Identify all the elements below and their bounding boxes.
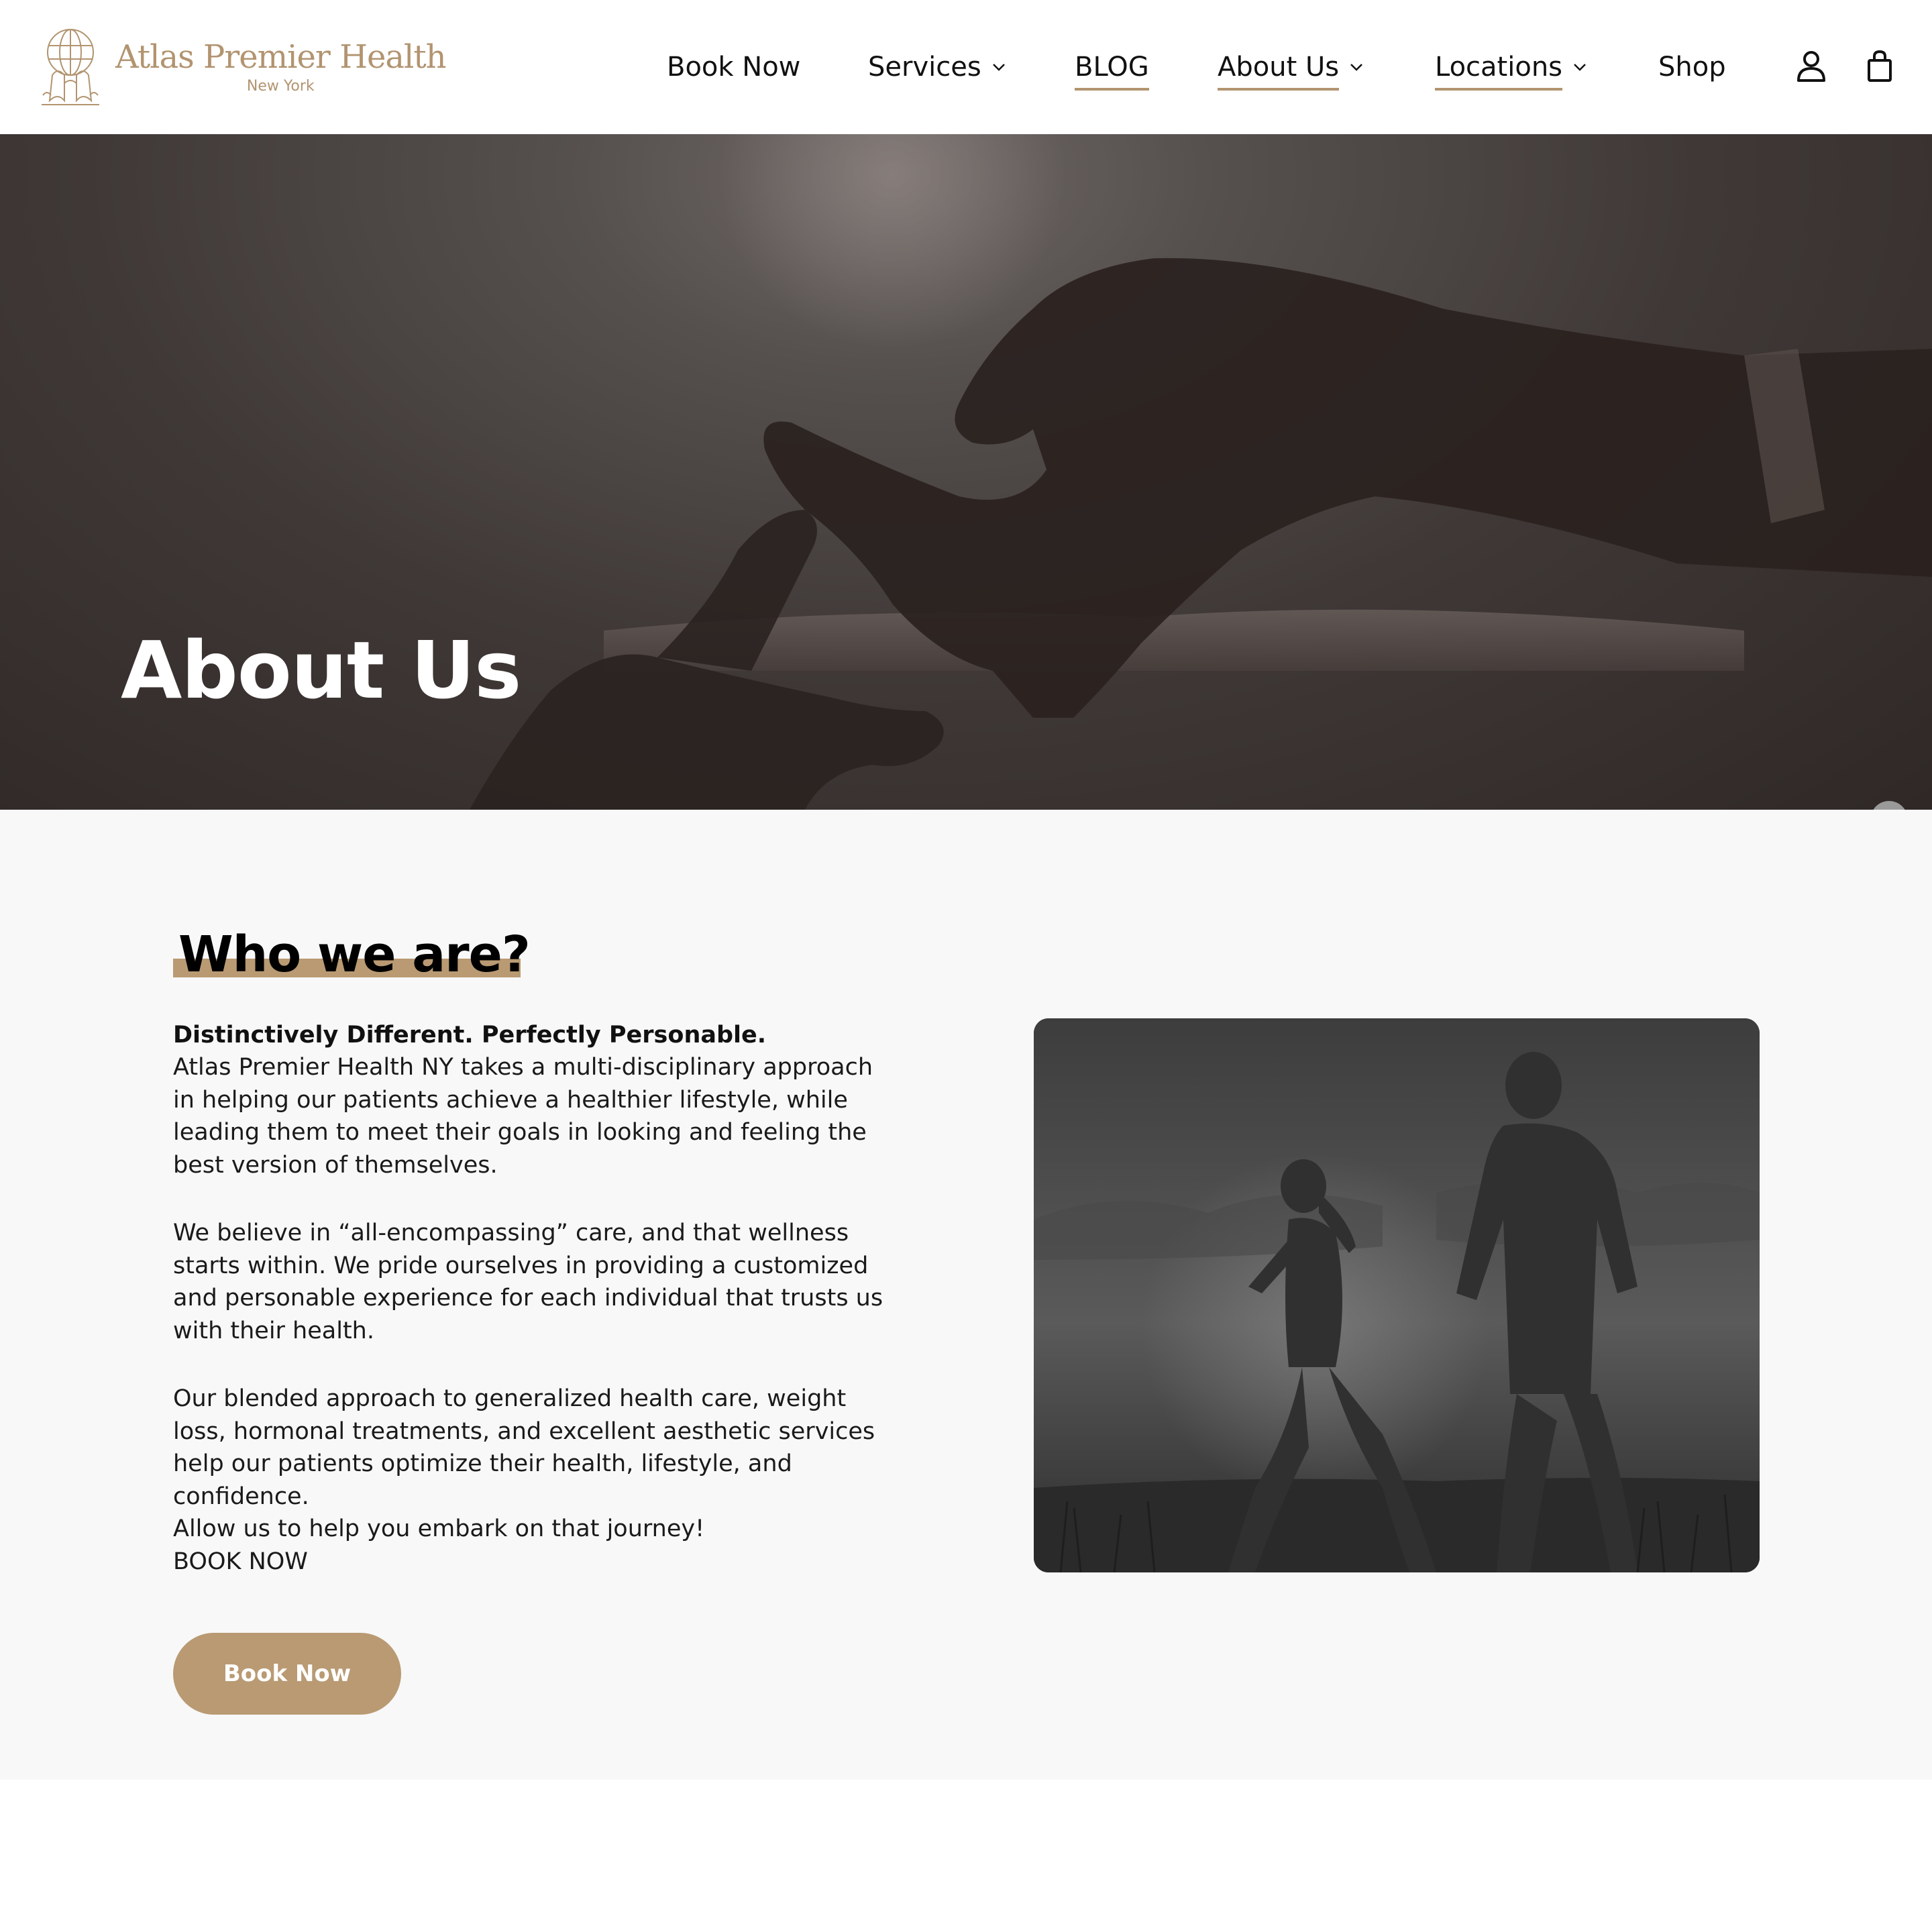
nav-locations[interactable]: Locations (1435, 47, 1587, 91)
shopping-bag-icon[interactable] (1865, 50, 1894, 83)
nav-about-us[interactable]: About Us (1218, 47, 1363, 91)
paragraph-line: confidence. (173, 1483, 309, 1510)
paragraph-line: Atlas Premier Health NY takes a multi-di… (173, 1054, 873, 1081)
hero-banner: About Us (0, 134, 1932, 810)
nav-label: Services (868, 52, 981, 83)
paragraph-line: starts within. We pride ourselves in pro… (173, 1252, 869, 1279)
paragraph-line: in helping our patients achieve a health… (173, 1086, 848, 1114)
running-couple-image (1034, 1018, 1760, 1572)
book-now-text-link[interactable]: BOOK NOW (173, 1546, 904, 1578)
paragraph-line: with their health. (173, 1317, 374, 1344)
chevron-down-icon (1574, 64, 1586, 71)
section-heading: Who we are? (178, 926, 531, 983)
nav-label: Shop (1658, 52, 1726, 83)
main-nav: Book Now Services BLOG About Us Location… (0, 47, 1932, 91)
paragraph-line: and personable experience for each indiv… (173, 1285, 883, 1311)
chevron-down-icon (1350, 64, 1362, 71)
paragraph-line: loss, hormonal treatments, and excellent… (173, 1417, 875, 1445)
account-icon[interactable] (1796, 50, 1826, 83)
about-copy: Distinctively Different. Perfectly Perso… (173, 1019, 904, 1578)
tagline: Distinctively Different. Perfectly Perso… (173, 1022, 767, 1049)
hero-title: About Us (121, 624, 521, 716)
chevron-down-icon (992, 64, 1005, 71)
who-we-are-section: Who we are? Distinctively Different. Per… (0, 810, 1932, 1780)
site-header: Atlas Premier Health New York Book Now S… (0, 0, 1932, 134)
paragraph-approach: Our blended approach to generalized heal… (173, 1383, 904, 1578)
nav-label: BLOG (1075, 52, 1149, 91)
paragraph-line: best version of themselves. (173, 1151, 498, 1179)
book-now-button[interactable]: Book Now (173, 1633, 401, 1715)
paragraph-line: help our patients optimize their health,… (173, 1450, 792, 1477)
nav-blog[interactable]: BLOG (1075, 47, 1149, 91)
section-heading-wrap: Who we are? (173, 926, 531, 983)
paragraph-line: Our blended approach to generalized heal… (173, 1385, 847, 1412)
nav-book-now[interactable]: Book Now (667, 47, 800, 87)
nav-label: Book Now (667, 52, 801, 83)
paragraph-intro: Atlas Premier Health NY takes a multi-di… (173, 1051, 904, 1181)
paragraph-line: Allow us to help you embark on that jour… (173, 1515, 705, 1542)
paragraph-line: We believe in “all-encompassing” care, a… (173, 1220, 849, 1246)
paragraph-care: We believe in “all-encompassing” care, a… (173, 1217, 904, 1347)
paragraph-line: leading them to meet their goals in look… (173, 1119, 867, 1146)
running-couple-photo (1034, 1018, 1760, 1572)
nav-label: About Us (1218, 52, 1340, 91)
nav-shop[interactable]: Shop (1658, 47, 1726, 87)
nav-label: Locations (1435, 52, 1563, 91)
nav-services[interactable]: Services (868, 47, 1006, 87)
